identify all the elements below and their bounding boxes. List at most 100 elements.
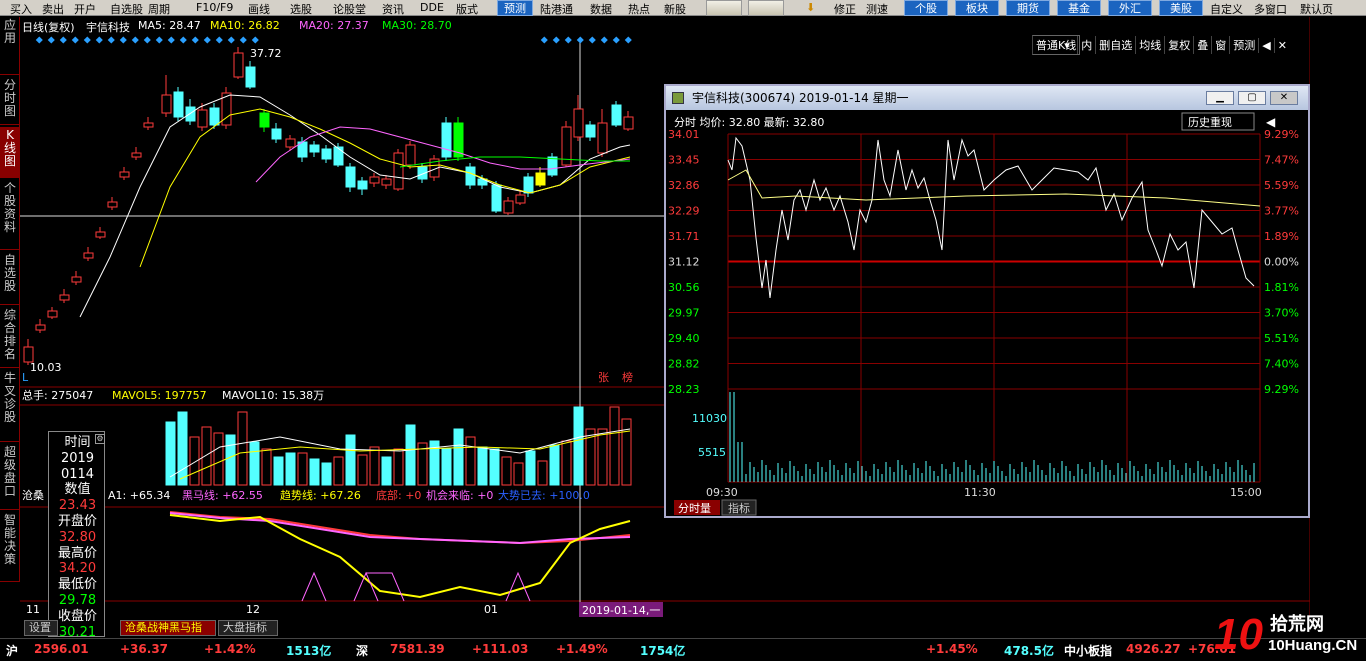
- volume-bar: [225, 434, 236, 486]
- chart-toolbar-item[interactable]: 复权: [1164, 36, 1193, 54]
- menu-item[interactable]: 论股堂: [333, 1, 366, 17]
- candle-body: [197, 109, 208, 128]
- toolbar-icon[interactable]: [748, 0, 784, 16]
- candle-body: [491, 184, 502, 212]
- market-tab[interactable]: 美股: [1159, 0, 1203, 16]
- candle-body: [309, 144, 320, 153]
- volume-bar: [405, 424, 416, 486]
- menu-item[interactable]: 测速: [866, 1, 888, 17]
- chart-toolbar-item[interactable]: 删自选: [1095, 36, 1135, 54]
- close-icon[interactable]: ✕: [1273, 38, 1290, 53]
- menu-item[interactable]: F10/F9: [196, 1, 233, 14]
- chart-toolbar-item[interactable]: 预测: [1229, 36, 1258, 54]
- left-nav-item[interactable]: 自 选 股: [0, 252, 20, 305]
- menu-item[interactable]: 版式: [456, 1, 478, 17]
- left-nav-item[interactable]: 牛 叉 诊 股: [0, 370, 20, 442]
- intraday-price-label: 34.01: [668, 128, 700, 141]
- signal-marker: [155, 36, 163, 44]
- intraday-vol-label: 5515: [698, 446, 726, 459]
- left-nav-item[interactable]: K 线 图: [0, 127, 20, 178]
- left-nav-item[interactable]: 智 能 决 策: [0, 512, 20, 582]
- minimize-button[interactable]: ▁: [1206, 91, 1234, 105]
- menu-item[interactable]: 买入: [10, 1, 32, 17]
- menu-item[interactable]: 自选股: [110, 1, 143, 17]
- chart-toolbar-item[interactable]: 内: [1077, 36, 1095, 54]
- menu-item[interactable]: 选股: [290, 1, 312, 17]
- menu-item[interactable]: 多窗口: [1254, 1, 1287, 17]
- signal-marker: [83, 36, 91, 44]
- ma10-value: MA10: 26.82: [210, 19, 280, 32]
- menu-item[interactable]: 资讯: [382, 1, 404, 17]
- menu-button[interactable]: 热点: [628, 1, 650, 17]
- candle-body: [465, 166, 476, 186]
- indicator-a1: A1: +65.34: [108, 489, 170, 502]
- menu-button[interactable]: 预测: [497, 0, 533, 16]
- menu-item[interactable]: 自定义: [1210, 1, 1243, 17]
- volume-bar: [453, 428, 464, 486]
- volume-bar: [201, 426, 212, 486]
- candle-body: [345, 166, 356, 188]
- chart-toolbar-item[interactable]: 均线: [1135, 36, 1164, 54]
- indicator-tab[interactable]: 大盘指标: [218, 620, 278, 636]
- intraday-pct-label: 7.40%: [1264, 358, 1299, 371]
- menu-item[interactable]: 画线: [248, 1, 270, 17]
- low-price-annotation: 10.03: [30, 361, 62, 374]
- volume-bar: [549, 444, 560, 486]
- market-tab[interactable]: 板块: [955, 0, 999, 16]
- menu-item[interactable]: 卖出: [42, 1, 64, 17]
- left-nav-item[interactable]: 超 级 盘 口: [0, 444, 20, 510]
- candle-body: [321, 148, 332, 160]
- left-nav-item[interactable]: 应 用: [0, 17, 20, 75]
- cursor-date: 2019-01-14,一: [582, 604, 660, 617]
- intraday-price-label: 32.29: [668, 205, 700, 218]
- menu-item[interactable]: 周期: [148, 1, 170, 17]
- intraday-window-title[interactable]: 宇信科技(300674) 2019-01-14 星期一 ▁ ▢ ✕: [666, 86, 1308, 110]
- menu-button[interactable]: 数据: [590, 1, 612, 17]
- indicator-chance: 机会来临: +0: [426, 488, 493, 502]
- left-nav-item[interactable]: 分 时 图: [0, 77, 20, 125]
- left-nav-item[interactable]: 综 合 排 名: [0, 307, 20, 368]
- left-nav-item[interactable]: 个 股 资 料: [0, 180, 20, 250]
- signal-marker: [167, 36, 175, 44]
- volume-bar: [297, 452, 308, 486]
- menu-item[interactable]: 开户: [74, 1, 96, 17]
- signal-marker: [624, 36, 632, 44]
- left-arrow-icon[interactable]: ◀: [1258, 38, 1273, 53]
- status-sh-amt: 1513亿: [286, 644, 332, 658]
- menu-item[interactable]: 默认页: [1300, 1, 1333, 17]
- info-box-toggle-icon[interactable]: ⚙: [95, 434, 105, 444]
- left-nav-label: 综 合 排 名: [3, 308, 16, 361]
- menu-item[interactable]: 修正: [834, 1, 856, 17]
- volume-bar: [609, 406, 620, 486]
- indicator-tab[interactable]: 沧桑战神黑马指: [120, 620, 216, 636]
- close-button[interactable]: ✕: [1270, 91, 1298, 105]
- market-tab[interactable]: 个股: [904, 0, 948, 16]
- indicator-heima: 黑马线: +62.55: [182, 488, 263, 502]
- down-arrow-icon[interactable]: ⬇: [806, 1, 815, 14]
- status-cy-amt: 478.5亿: [1004, 644, 1054, 658]
- menu-button[interactable]: 新股: [664, 1, 686, 17]
- candle-body: [173, 91, 184, 118]
- volume-bar: [261, 448, 272, 486]
- market-tab[interactable]: 外汇: [1108, 0, 1152, 16]
- toolbar-icon[interactable]: [706, 0, 742, 16]
- menu-button[interactable]: 陆港通: [540, 1, 573, 17]
- menu-item[interactable]: DDE: [420, 1, 444, 14]
- market-tab[interactable]: 基金: [1057, 0, 1101, 16]
- intraday-pct-label: 1.89%: [1264, 230, 1299, 243]
- indicator-tab[interactable]: 设置: [24, 620, 58, 636]
- candle-body: [369, 176, 380, 184]
- candle-body: [515, 194, 526, 204]
- intraday-tab-label: 分时量: [678, 502, 711, 515]
- period-label[interactable]: 日线(复权): [22, 19, 75, 35]
- status-cy-pct: +1.45%: [926, 642, 978, 656]
- intraday-pct-label: 3.70%: [1264, 307, 1299, 320]
- chart-toolbar-item[interactable]: 叠: [1193, 36, 1211, 54]
- intraday-window[interactable]: 宇信科技(300674) 2019-01-14 星期一 ▁ ▢ ✕ 分时 均价:…: [664, 84, 1310, 518]
- menu-bar: 买入 卖出 开户 自选股 周期 F10/F9 画线 选股 论股堂 资讯 DDE 版式 预测 陆港通 数据 热点…: [0, 0, 1366, 16]
- chart-toolbar-item[interactable]: 窗: [1211, 36, 1229, 54]
- chevron-down-icon[interactable]: ▾: [1060, 39, 1074, 52]
- maximize-button[interactable]: ▢: [1238, 91, 1266, 105]
- market-tab[interactable]: 期货: [1006, 0, 1050, 16]
- candle-body: [535, 172, 546, 186]
